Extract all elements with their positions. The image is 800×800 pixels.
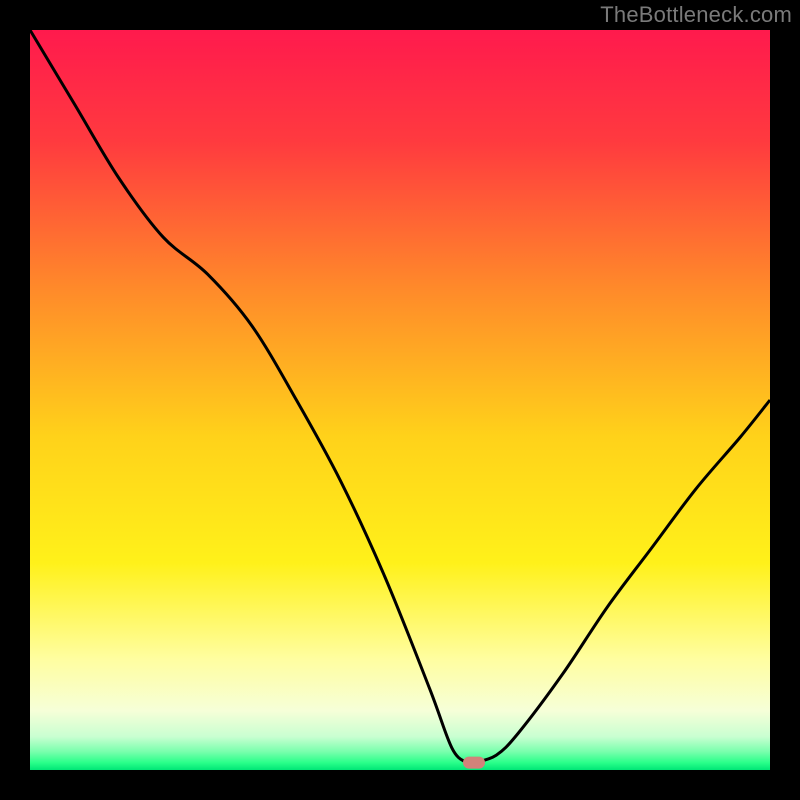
watermark-text: TheBottleneck.com	[600, 2, 792, 28]
curve-layer	[30, 30, 770, 770]
plot-area	[30, 30, 770, 770]
bottleneck-chart: TheBottleneck.com	[0, 0, 800, 800]
bottleneck-curve-path	[30, 30, 770, 764]
optimal-marker	[463, 757, 485, 769]
